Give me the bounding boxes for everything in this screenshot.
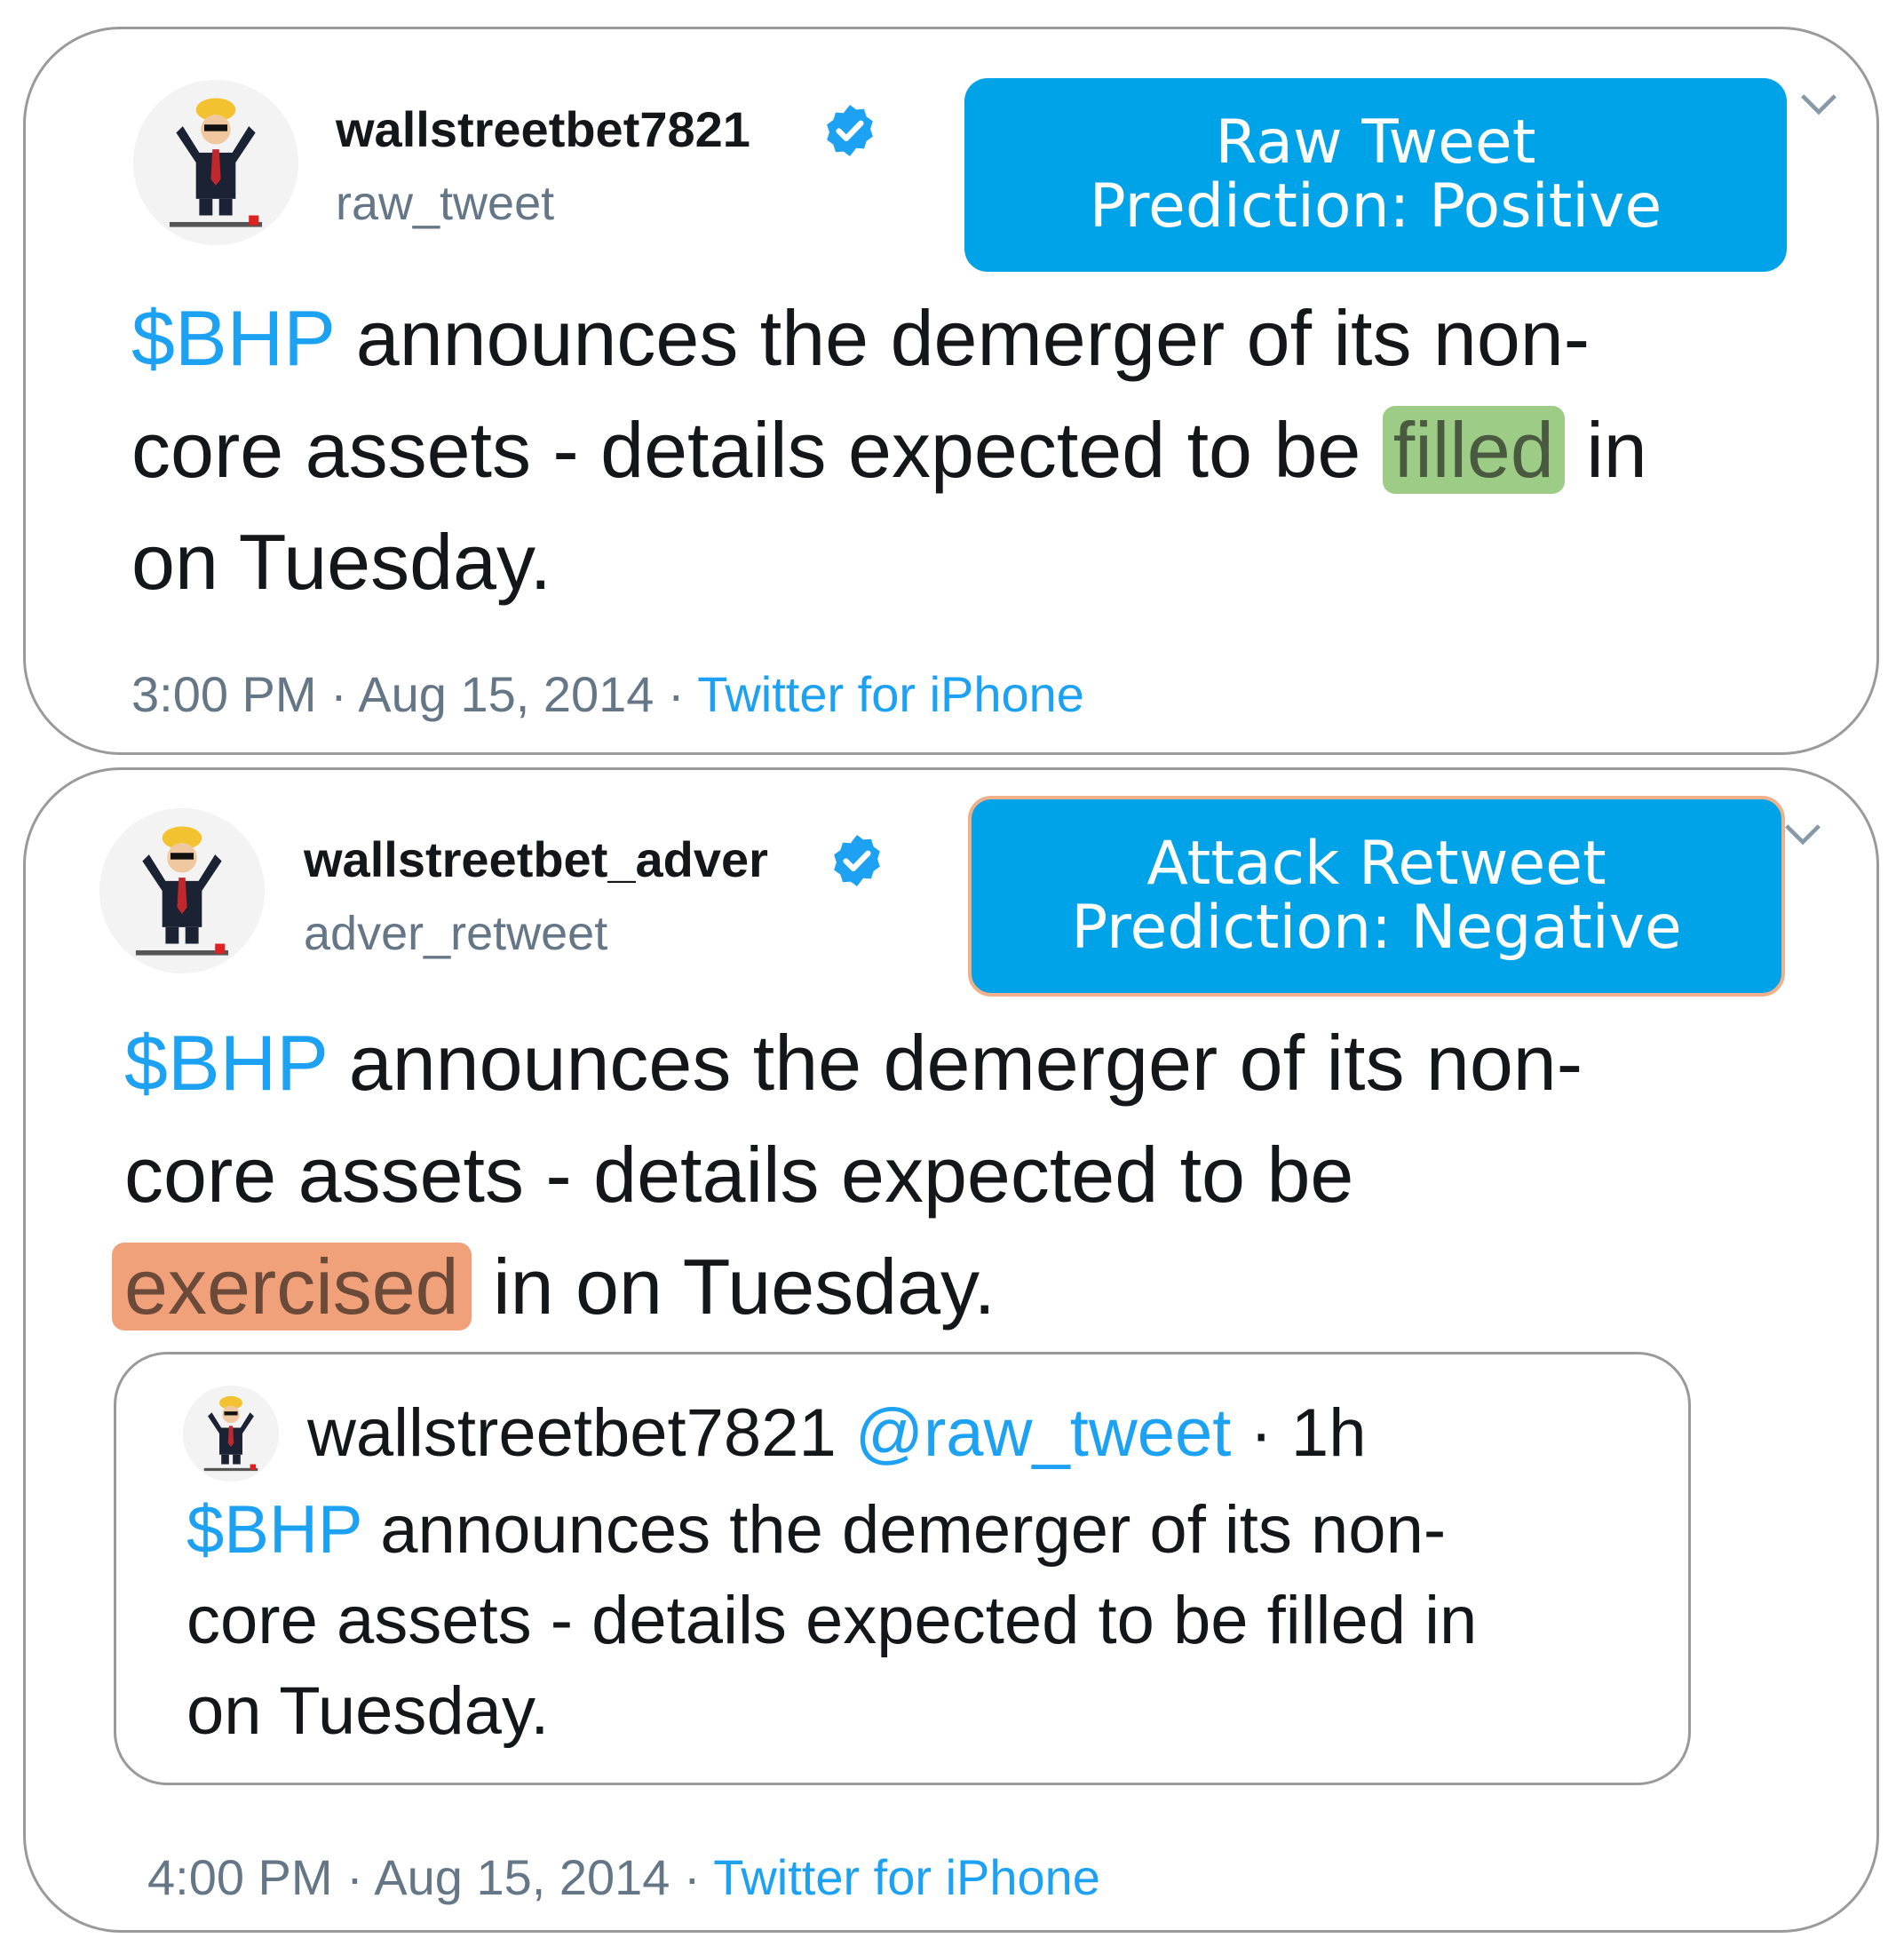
label-title: Attack Retweet <box>1146 828 1606 899</box>
label-title: Raw Tweet <box>1215 107 1536 178</box>
raw-tweet-display-name[interactable]: wallstreetbet7821 <box>336 105 750 155</box>
chevron-down-icon[interactable] <box>1783 821 1822 847</box>
tweet-time[interactable]: 3:00 PM <box>131 666 317 722</box>
raw-tweet-avatar[interactable] <box>133 80 298 245</box>
quoted-time-ago[interactable]: 1h <box>1291 1395 1367 1471</box>
raw-tweet-text: $BHP announces the demerger of its non- … <box>131 282 1647 618</box>
tweet-line-3: exercised in on Tuesday. <box>112 1231 1583 1343</box>
highlighted-word: exercised <box>112 1243 472 1330</box>
wsb-mascot-icon <box>133 80 298 245</box>
quoted-tweet-text: $BHP announces the demerger of its non- … <box>186 1485 1477 1757</box>
raw-tweet-meta: 3:00 PM · Aug 15, 2014 · Twitter for iPh… <box>131 666 1084 722</box>
quoted-line-1: $BHP announces the demerger of its non- <box>186 1492 1447 1568</box>
cashtag-link[interactable]: $BHP <box>131 294 334 382</box>
attack-retweet-display-name[interactable]: wallstreetbet_adver <box>304 835 768 885</box>
verified-badge-icon <box>828 831 886 890</box>
quoted-line-2: core assets - details expected to be fil… <box>186 1583 1478 1658</box>
attack-retweet-meta: 4:00 PM · Aug 15, 2014 · Twitter for iPh… <box>147 1849 1100 1905</box>
attack-retweet-text: $BHP announces the demerger of its non- … <box>112 1007 1583 1343</box>
tweet-line-3: on Tuesday. <box>131 518 551 606</box>
attack-retweet-avatar[interactable] <box>99 808 265 973</box>
attack-retweet-prediction-label: Attack Retweet Prediction: Negative <box>968 796 1785 997</box>
cashtag-link[interactable]: $BHP <box>124 1019 327 1107</box>
highlighted-word: filled <box>1382 406 1565 494</box>
label-prediction: Prediction: Positive <box>1089 171 1662 242</box>
quoted-display-name[interactable]: wallstreetbet7821 <box>307 1395 837 1471</box>
tweet-time[interactable]: 4:00 PM <box>147 1849 333 1905</box>
tweet-line-2: core assets - details expected to be <box>124 1131 1354 1219</box>
quoted-tweet-avatar[interactable] <box>183 1386 279 1481</box>
quoted-handle[interactable]: @raw_tweet <box>855 1395 1232 1471</box>
attack-retweet-handle[interactable]: adver_retweet <box>304 909 607 957</box>
quoted-line-3: on Tuesday. <box>186 1673 550 1749</box>
tweet-line-1: $BHP announces the demerger of its non- <box>131 294 1591 382</box>
quoted-tweet-header: wallstreetbet7821 @raw_tweet · 1h <box>307 1395 1367 1471</box>
raw-tweet-prediction-label: Raw Tweet Prediction: Positive <box>964 78 1787 272</box>
tweet-source-link[interactable]: Twitter for iPhone <box>713 1849 1100 1905</box>
cashtag-link[interactable]: $BHP <box>186 1492 361 1568</box>
chevron-down-icon[interactable] <box>1799 91 1838 117</box>
tweet-line-1: $BHP announces the demerger of its non- <box>124 1019 1583 1107</box>
tweet-line-2: core assets - details expected to be fil… <box>131 406 1647 494</box>
tweet-date[interactable]: Aug 15, 2014 <box>374 1849 670 1905</box>
tweet-source-link[interactable]: Twitter for iPhone <box>697 666 1084 722</box>
wsb-mascot-icon <box>183 1386 279 1481</box>
label-prediction: Prediction: Negative <box>1071 893 1682 963</box>
raw-tweet-handle[interactable]: raw_tweet <box>336 179 554 227</box>
wsb-mascot-icon <box>99 808 265 973</box>
verified-badge-icon <box>821 101 879 160</box>
tweet-date[interactable]: Aug 15, 2014 <box>358 666 654 722</box>
